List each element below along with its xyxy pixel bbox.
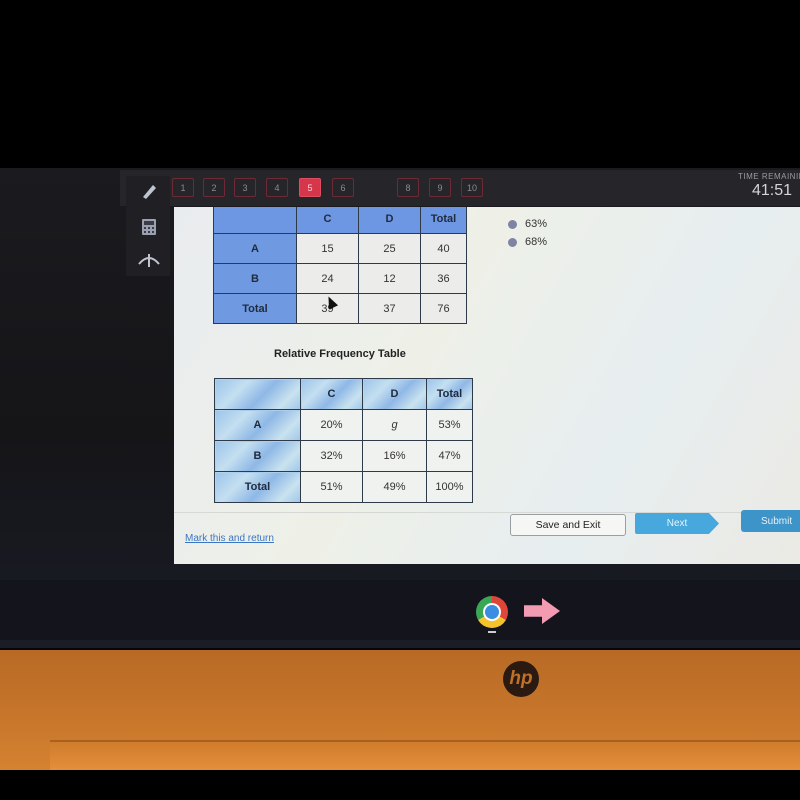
row-header: B — [213, 263, 297, 294]
photo-stage: 1234568910 TIME REMAINING 41:51 CDTotalA… — [0, 0, 800, 800]
radio-button[interactable] — [508, 237, 517, 247]
table-cell: 36 — [420, 263, 467, 294]
row-header: A — [214, 409, 301, 441]
footer-divider — [174, 512, 800, 513]
table-cell: 12 — [358, 263, 421, 294]
question-3-button[interactable]: 3 — [234, 178, 256, 197]
table-cell: g — [362, 409, 427, 441]
question-4-button[interactable]: 4 — [266, 178, 288, 197]
relative-frequency-table: C D Total A 20% g 53% B 32% 16% 47% Total 51% 49% 100% — [214, 378, 473, 503]
table-cell: 15 — [296, 233, 359, 264]
table-row: Total 39 37 76 — [213, 293, 467, 324]
column-header — [214, 378, 301, 410]
column-header: C — [296, 207, 359, 234]
frequency-table: C D Total A 15 25 40 B 24 12 36 Total 39 37 76 — [213, 207, 467, 324]
table-row: B 24 12 36 — [213, 263, 467, 294]
question-6-button[interactable]: 6 — [332, 178, 354, 197]
compass-icon[interactable] — [136, 248, 162, 270]
timer: 41:51 — [752, 182, 793, 199]
question-9-button[interactable]: 9 — [429, 178, 451, 197]
submit-button[interactable]: Submit — [741, 510, 800, 532]
table-cell: 24 — [296, 263, 359, 294]
answer-option[interactable]: 63% — [508, 215, 547, 233]
column-header: Total — [420, 207, 467, 234]
next-button[interactable]: Next — [635, 513, 719, 534]
question-8-button[interactable]: 8 — [397, 178, 419, 197]
tool-panel — [126, 176, 170, 276]
table-cell: 25 — [358, 233, 421, 264]
answer-options: 63% 68% — [508, 215, 547, 251]
table-cell: 16% — [362, 440, 427, 472]
save-and-exit-button[interactable]: Save and Exit — [510, 514, 626, 536]
table-row: B 32% 16% 47% — [214, 440, 473, 472]
option-label: 68% — [525, 236, 548, 248]
timer-label: TIME REMAINING — [738, 172, 800, 181]
pencil-icon[interactable] — [136, 180, 162, 202]
calculator-icon[interactable] — [136, 216, 162, 238]
row-header: Total — [214, 471, 301, 503]
table-header-row: C D Total — [214, 378, 473, 410]
table-cell: 47% — [426, 440, 473, 472]
column-header: D — [358, 207, 421, 234]
table-row: Total 51% 49% 100% — [214, 471, 473, 503]
table-cell: 37 — [358, 293, 421, 324]
table-cell: 49% — [362, 471, 427, 503]
mark-and-return-link[interactable]: Mark this and return — [185, 533, 274, 544]
column-header — [213, 207, 297, 234]
column-header: D — [362, 378, 427, 410]
laptop-hinge — [50, 740, 800, 770]
table-cell: 53% — [426, 409, 473, 441]
chrome-icon[interactable] — [476, 596, 508, 628]
column-header: C — [300, 378, 363, 410]
table-row: A 15 25 40 — [213, 233, 467, 264]
table-cell: 76 — [420, 293, 467, 324]
taskbar — [0, 580, 800, 640]
table-cell: 20% — [300, 409, 363, 441]
table-cell: 40 — [420, 233, 467, 264]
row-header: B — [214, 440, 301, 472]
radio-button[interactable] — [508, 219, 517, 229]
table-row: A 20% g 53% — [214, 409, 473, 441]
table-cell: 51% — [300, 471, 363, 503]
column-header: Total — [426, 378, 473, 410]
background-dark — [0, 0, 800, 168]
running-indicator — [488, 631, 496, 633]
hp-logo: hp — [503, 661, 539, 697]
question-10-button[interactable]: 10 — [461, 178, 483, 197]
answer-option[interactable]: 68% — [508, 233, 547, 251]
option-label: 63% — [525, 218, 548, 230]
row-header: A — [213, 233, 297, 264]
relative-table-title: Relative Frequency Table — [274, 348, 406, 360]
row-header: Total — [213, 293, 297, 324]
question-5-button[interactable]: 5 — [299, 178, 321, 197]
question-1-button[interactable]: 1 — [172, 178, 194, 197]
question-2-button[interactable]: 2 — [203, 178, 225, 197]
table-cell: 100% — [426, 471, 473, 503]
table-header-row: C D Total — [213, 207, 467, 234]
question-content: C D Total A 15 25 40 B 24 12 36 Total 39 37 76 63% 68%… — [174, 207, 800, 564]
table-cell: 32% — [300, 440, 363, 472]
background-dark-bottom — [0, 770, 800, 800]
